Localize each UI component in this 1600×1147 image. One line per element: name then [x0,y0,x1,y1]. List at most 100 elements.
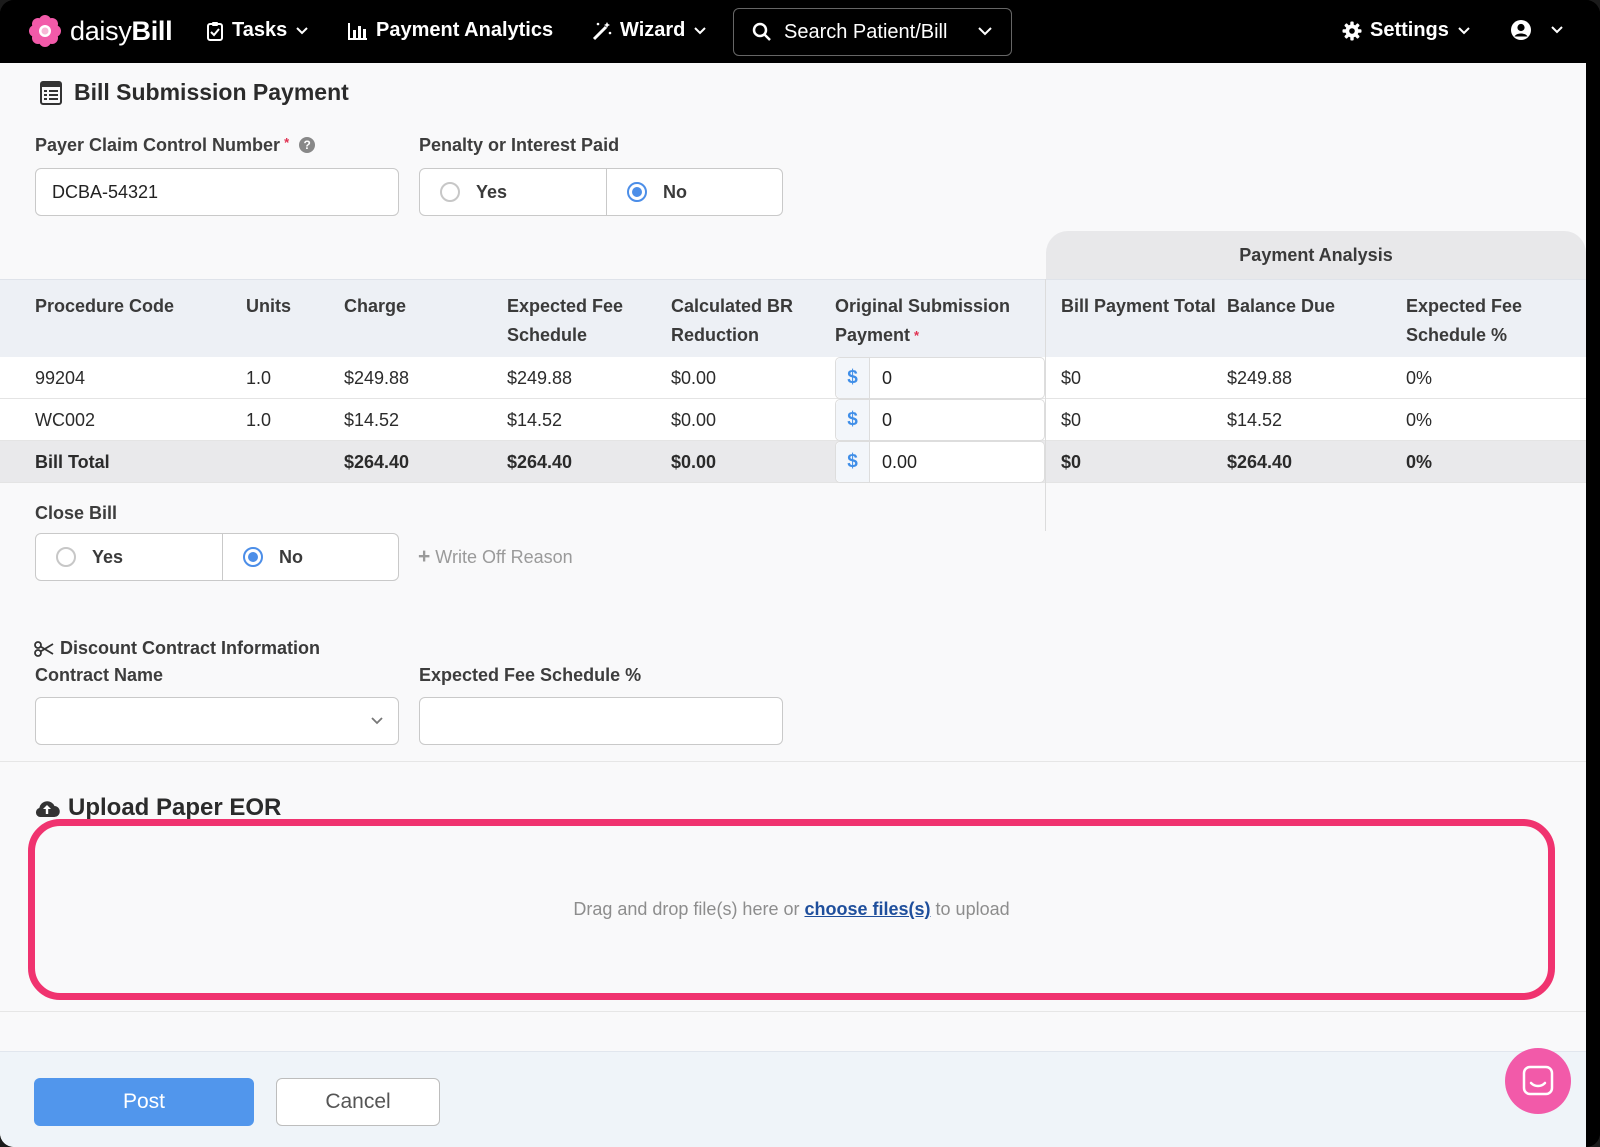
cell-expected-pct: 0% [1406,368,1433,388]
total-expected-pct: 0% [1406,452,1433,472]
close-bill-no-option[interactable]: No [221,534,398,580]
table-list-icon [40,80,62,105]
user-circle-icon [1511,20,1531,40]
cell-expected: $14.52 [507,410,563,430]
fee-pct-label: Expected Fee Schedule % [419,665,642,685]
penalty-yes-option[interactable]: Yes [420,169,606,215]
required-marker: * [284,135,290,150]
user-menu[interactable] [1510,19,1564,41]
payment-analysis-header: Payment Analysis [1046,231,1586,279]
page-title: Bill Submission Payment [40,79,349,106]
payment-input[interactable]: $ 0 [835,399,1045,441]
col-original-payment: Original Submission Payment * [835,296,1011,345]
cancel-button[interactable]: Cancel [276,1078,440,1126]
radio-checked-icon[interactable] [242,547,263,567]
clipboard-check-icon [207,21,223,41]
col-procedure-code: Procedure Code [35,296,175,316]
total-reduction: $0.00 [671,452,717,472]
nav-tasks[interactable]: Tasks [206,19,309,42]
bar-chart-icon [348,22,367,40]
search-patient-bill[interactable]: Search Patient/Bill [733,8,1012,56]
contract-name-label: Contract Name [35,665,164,685]
col-bill-payment-total: Bill Payment Total [1061,296,1216,316]
gear-icon [1342,21,1362,40]
app-window: daisyBill Tasks Payment Analytics Wizard… [0,0,1600,1147]
contract-name-select[interactable] [35,697,399,745]
dropzone-text: Drag and drop file(s) here or choose fil… [573,899,1010,919]
divider [0,1011,1586,1012]
search-icon [752,22,771,41]
fee-pct-input[interactable] [419,697,783,745]
claim-number-value: DCBA-54321 [52,181,159,202]
penalty-label: Penalty or Interest Paid [419,135,620,155]
nav-wizard-label: Wizard [620,19,686,41]
table-row: WC002 1.0 $14.52 $14.52 $0.00 $ 0 $0 $14… [0,399,1586,441]
col-expected-fee: Expected Fee Schedule [507,296,624,345]
col-charge: Charge [344,296,407,316]
chevron-down-icon [371,717,383,725]
total-bill-payment-total: $0 [1061,452,1082,472]
total-payment-value: 0.00 [882,451,918,472]
close-bill-no-label: No [278,546,303,567]
nav-wizard[interactable]: Wizard [592,19,707,42]
col-units: Units [246,296,291,316]
penalty-no-option[interactable]: No [605,169,782,215]
total-payment-input[interactable]: $ 0.00 [835,441,1045,483]
cell-charge: $14.52 [344,410,400,430]
cell-charge: $249.88 [344,368,410,388]
help-icon[interactable]: ? [299,137,316,153]
dollar-icon: $ [836,400,870,440]
payment-value: 0 [882,409,893,430]
chevron-down-icon [1458,26,1470,34]
nav-payment-analytics-label: Payment Analytics [376,19,554,41]
payment-input[interactable]: $ 0 [835,357,1045,399]
nav-payment-analytics[interactable]: Payment Analytics [348,19,553,42]
choose-files-link[interactable]: choose files(s) [804,899,930,919]
nav-tasks-label: Tasks [232,19,288,41]
cell-balance-due: $14.52 [1227,410,1283,430]
radio-unchecked-icon[interactable] [56,547,76,567]
chat-icon [1522,1065,1554,1096]
close-bill-label: Close Bill [35,503,118,523]
payment-value: 0 [882,367,893,388]
col-balance-due: Balance Due [1227,296,1336,316]
total-balance-due: $264.40 [1227,452,1293,472]
close-bill-radio-group: Yes No [35,533,399,581]
cell-code: WC002 [35,410,96,430]
page-title-text: Bill Submission Payment [74,79,349,105]
radio-checked-icon[interactable] [626,182,647,202]
penalty-radio-group: Yes No [419,168,783,216]
column-divider [1045,279,1046,531]
chat-launcher-button[interactable] [1505,1048,1571,1114]
upload-dropzone[interactable]: Drag and drop file(s) here or choose fil… [28,819,1555,1000]
chevron-down-icon [1551,26,1563,34]
write-off-reason-link[interactable]: + Write Off Reason [418,545,573,569]
scissors-icon [34,640,54,657]
total-charge: $264.40 [344,452,410,472]
table-row: 99204 1.0 $249.88 $249.88 $0.00 $ 0 $0 $… [0,357,1586,399]
daisy-flower-icon [29,15,61,47]
plus-icon: + [418,545,431,568]
close-bill-yes-option[interactable]: Yes [36,534,222,580]
search-label: Search Patient/Bill [784,20,948,43]
radio-unchecked-icon[interactable] [440,182,460,202]
write-off-label: Write Off Reason [435,547,573,567]
total-expected: $264.40 [507,452,573,472]
cloud-upload-icon [35,801,60,818]
close-bill-yes-label: Yes [92,546,124,567]
claim-number-input[interactable]: DCBA-54321 [35,168,399,216]
nav-settings[interactable]: Settings [1342,19,1471,42]
chevron-down-icon [296,26,308,34]
cell-reduction: $0.00 [671,368,717,388]
total-label: Bill Total [35,452,110,472]
post-button[interactable]: Post [34,1078,254,1126]
table-header: Procedure Code Units Charge Expected Fee… [0,279,1586,357]
upload-title-text: Upload Paper EOR [68,794,282,821]
discount-heading-text: Discount Contract Information [60,638,320,658]
nav-settings-label: Settings [1370,19,1449,41]
brand-logo[interactable]: daisyBill [28,14,173,48]
col-expected-fee-pct: Expected Fee Schedule % [1406,296,1523,345]
scrollbar[interactable] [1586,63,1600,1147]
cell-bill-payment-total: $0 [1061,410,1082,430]
cell-units: 1.0 [246,368,272,388]
